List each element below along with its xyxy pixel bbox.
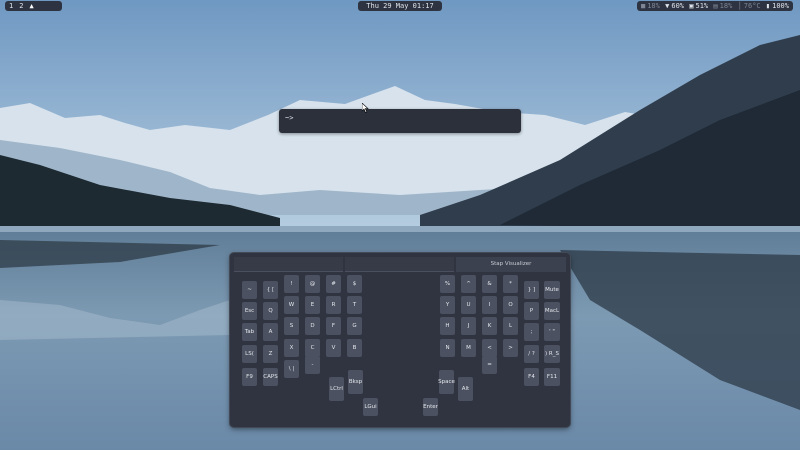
key-backslash[interactable]: \ | xyxy=(284,360,299,378)
key-dollar[interactable]: $ xyxy=(347,275,362,293)
key-quote[interactable]: ' " xyxy=(544,323,560,341)
status-item-1-value: 18% xyxy=(647,2,660,10)
tab-stap-visualizer[interactable]: Stap Visualizer xyxy=(456,257,566,272)
cpu-status: ▣ 51% xyxy=(689,1,708,11)
key-left-brace[interactable]: { [ xyxy=(263,281,278,299)
key-at[interactable]: @ xyxy=(305,275,320,293)
temperature-status: │ 76°C xyxy=(738,1,761,11)
key-p[interactable]: P xyxy=(524,302,539,320)
key-v[interactable]: V xyxy=(326,339,341,357)
key-greater-than[interactable]: > xyxy=(503,339,518,357)
workspace-indicator: 1 2 ▲ xyxy=(5,1,62,11)
key-r[interactable]: R xyxy=(326,296,341,314)
cpu-value: 51% xyxy=(695,2,709,10)
temperature-value: 76°C xyxy=(743,2,761,10)
key-e[interactable]: E xyxy=(305,296,320,314)
battery-icon: ▮ xyxy=(765,2,771,10)
key-c[interactable]: C xyxy=(305,339,320,357)
key-x[interactable]: X xyxy=(284,339,299,357)
key-i[interactable]: I xyxy=(482,296,497,314)
ram-status: ▤ 18% xyxy=(713,1,732,11)
key-right-shift-paren[interactable]: ) R_S xyxy=(544,345,560,363)
key-b[interactable]: B xyxy=(347,339,362,357)
key-a[interactable]: A xyxy=(263,323,278,341)
key-mac-l[interactable]: MacL xyxy=(544,302,560,320)
key-exclaim[interactable]: ! xyxy=(284,275,299,293)
battery-value: 100% xyxy=(772,2,789,10)
key-semicolon[interactable]: ; xyxy=(524,323,539,341)
key-esc[interactable]: Esc xyxy=(242,302,257,320)
key-l[interactable]: L xyxy=(503,317,518,335)
key-f9[interactable]: F9 xyxy=(242,368,257,386)
cpu-icon: ▣ xyxy=(689,2,694,10)
key-g[interactable]: G xyxy=(347,317,362,335)
key-caret[interactable]: ^ xyxy=(461,275,476,293)
key-w[interactable]: W xyxy=(284,296,299,314)
workspace-2[interactable]: 2 xyxy=(19,1,23,11)
key-caps[interactable]: CAPS xyxy=(263,368,278,386)
wifi-value: 60% xyxy=(671,2,685,10)
key-t[interactable]: T xyxy=(347,296,362,314)
key-minus[interactable]: - xyxy=(305,356,320,374)
key-f11[interactable]: F11 xyxy=(544,368,560,386)
key-ampersand[interactable]: & xyxy=(482,275,497,293)
key-slash[interactable]: / ? xyxy=(524,345,539,363)
key-f4[interactable]: F4 xyxy=(524,368,539,386)
key-n[interactable]: N xyxy=(440,339,455,357)
key-tilde[interactable]: ~ xyxy=(242,281,257,299)
status-area: ■ 18% ▼ 60% ▣ 51% ▤ 18% │ 76°C ▮ 100% xyxy=(637,1,793,11)
launcher-input[interactable]: ~> xyxy=(279,109,521,133)
battery-status: ▮ 100% xyxy=(766,1,789,11)
wifi-icon: ▼ xyxy=(665,2,670,10)
key-mute[interactable]: Mute xyxy=(544,281,560,299)
key-left-ctrl[interactable]: LCtrl xyxy=(329,377,344,401)
key-f[interactable]: F xyxy=(326,317,341,335)
key-equals[interactable]: = xyxy=(482,356,497,374)
key-space[interactable]: Space xyxy=(438,370,455,394)
clock-text: Thu 29 May 01:17 xyxy=(366,2,434,10)
key-less-than[interactable]: < xyxy=(482,339,497,357)
status-item-1: ■ 18% xyxy=(641,1,660,11)
key-tab[interactable]: Tab xyxy=(242,323,257,341)
key-alt[interactable]: Alt xyxy=(458,377,473,401)
ram-value: 18% xyxy=(719,2,733,10)
key-backspace[interactable]: Bksp xyxy=(348,370,363,394)
mouse-pointer-icon xyxy=(362,103,369,113)
tab-2[interactable] xyxy=(345,257,454,272)
workspace-1[interactable]: 1 xyxy=(9,1,13,11)
key-m[interactable]: M xyxy=(461,339,476,357)
key-y[interactable]: Y xyxy=(440,296,455,314)
key-right-brace[interactable]: } ] xyxy=(524,281,539,299)
key-o[interactable]: O xyxy=(503,296,518,314)
key-j[interactable]: J xyxy=(461,317,476,335)
clock[interactable]: Thu 29 May 01:17 xyxy=(358,1,442,11)
keyboard-visualizer-window: Stap Visualizer ~ { [ ! @ # $ Esc Q W E … xyxy=(230,253,570,427)
key-left-shift-paren[interactable]: LS( xyxy=(242,345,257,363)
key-q[interactable]: Q xyxy=(263,302,278,320)
key-u[interactable]: U xyxy=(461,296,476,314)
key-asterisk[interactable]: * xyxy=(503,275,518,293)
key-percent[interactable]: % xyxy=(440,275,455,293)
key-h[interactable]: H xyxy=(440,317,455,335)
key-z[interactable]: Z xyxy=(263,345,278,363)
key-s[interactable]: S xyxy=(284,317,299,335)
key-enter[interactable]: Enter xyxy=(423,398,438,416)
volume-icon: ■ xyxy=(641,2,646,10)
ram-icon: ▤ xyxy=(713,2,718,10)
launcher-prompt: ~> xyxy=(285,114,294,122)
wifi-status: ▼ 60% xyxy=(665,1,684,11)
key-d[interactable]: D xyxy=(305,317,320,335)
workspace-active-icon: ▲ xyxy=(29,2,34,10)
key-k[interactable]: K xyxy=(482,317,497,335)
tab-1[interactable] xyxy=(234,257,343,272)
key-left-gui[interactable]: LGui xyxy=(363,398,378,416)
thermometer-icon: │ xyxy=(737,2,742,10)
key-hash[interactable]: # xyxy=(326,275,341,293)
